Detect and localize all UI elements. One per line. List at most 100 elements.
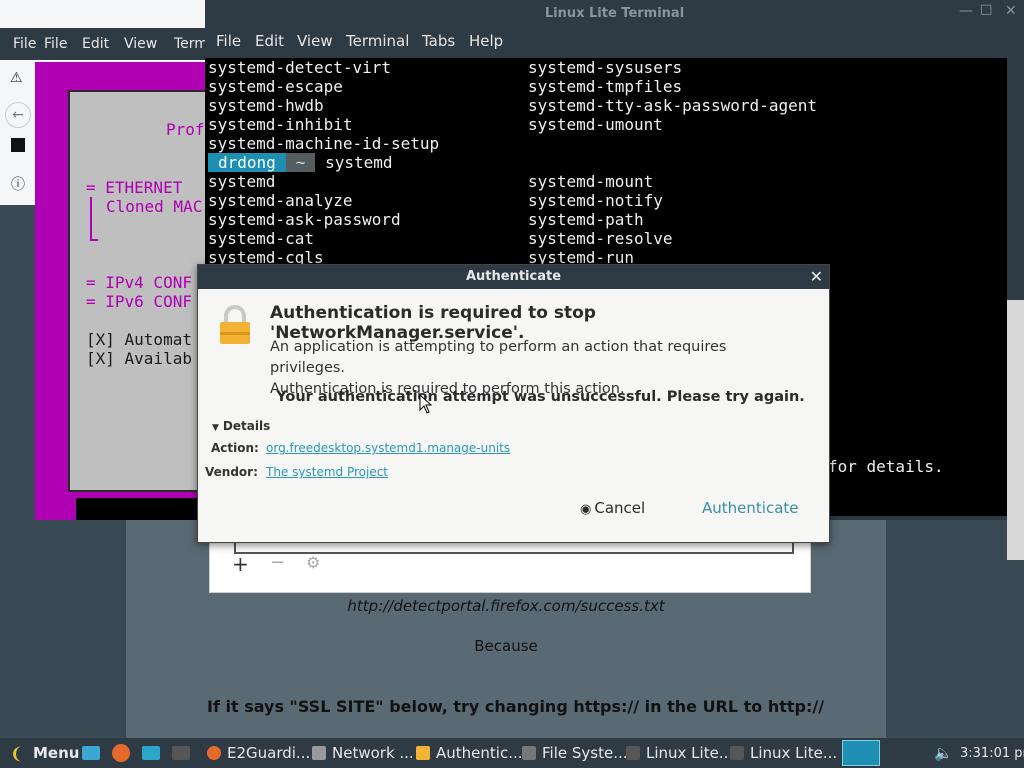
terminal-line: systemd-tty-ask-password-agent: [528, 96, 817, 115]
authenticate-button[interactable]: Authenticate: [702, 499, 799, 517]
mouse-cursor-icon: [419, 393, 433, 418]
task-label: Network ...: [332, 744, 414, 762]
help-icon[interactable]: ⓘ: [11, 174, 25, 194]
nmtui-footer: [76, 498, 205, 520]
nmtui-cloned-mac: Cloned MAC: [106, 197, 203, 216]
volume-icon[interactable]: 🔈: [934, 744, 953, 762]
terminal-prompt: drdong ~ systemd: [208, 153, 393, 172]
nmtui-body: Prof = ETHERNET Cloned MAC = IPv4 CONF =…: [68, 90, 205, 492]
nmtui-ethernet[interactable]: = ETHERNET: [86, 178, 182, 197]
lock-icon: [416, 746, 430, 760]
task-authenticate[interactable]: Authentic...: [416, 744, 523, 762]
browser-menu-view[interactable]: View: [124, 36, 157, 52]
terminal-menu-file[interactable]: File: [216, 32, 241, 50]
clock[interactable]: 3:31:01 pm: [960, 746, 1024, 761]
taskbar: ❨ Menu E2Guardi... Network ... Authentic…: [0, 738, 1024, 768]
minimize-icon[interactable]: —: [959, 3, 973, 19]
terminal-menu-tabs[interactable]: Tabs: [422, 32, 455, 50]
browser-menu-file[interactable]: File: [13, 36, 36, 52]
dialog-close-icon[interactable]: ✕: [810, 267, 823, 286]
close-icon[interactable]: ✕: [1005, 3, 1017, 19]
terminal-menu-edit[interactable]: Edit: [255, 32, 284, 50]
firefox-icon: [207, 746, 221, 760]
start-menu-button[interactable]: Menu: [33, 744, 79, 762]
workspace-switcher[interactable]: [842, 740, 880, 766]
task-network[interactable]: Network ...: [312, 744, 414, 762]
add-icon[interactable]: +: [232, 552, 249, 576]
terminal-line: systemd-inhibit: [208, 115, 353, 134]
bookmark-icon: [11, 138, 25, 152]
browser-menu-term[interactable]: Term: [174, 36, 208, 52]
nmtui-ipv4[interactable]: = IPv4 CONF: [86, 273, 192, 292]
warning-icon: ⚠: [10, 70, 23, 86]
task-label: Authentic...: [436, 744, 523, 762]
terminal-menu-help[interactable]: Help: [469, 32, 503, 50]
nmtui-ipv6[interactable]: = IPv6 CONF: [86, 292, 192, 311]
dialog-message-line-1: An application is attempting to perform …: [270, 339, 727, 376]
terminal-line: systemd: [208, 172, 276, 191]
terminal-line: systemd-analyze: [208, 191, 353, 210]
maximize-icon[interactable]: ☐: [980, 3, 993, 19]
portal-url: http://detectportal.firefox.com/success.…: [347, 597, 665, 615]
gear-icon[interactable]: ⚙: [306, 553, 320, 572]
terminal-line: systemd-notify: [528, 191, 663, 210]
launcher-firefox-icon[interactable]: [112, 744, 136, 764]
launcher-desktop-icon[interactable]: [82, 744, 106, 762]
dialog-error: Your authentication attempt was unsucces…: [276, 389, 805, 405]
terminal-line: systemd-resolve: [528, 229, 673, 248]
right-scroll-panel[interactable]: [1007, 300, 1024, 560]
terminal-tail-text: for details.: [828, 457, 944, 476]
vendor-label: Vendor:: [205, 465, 258, 479]
terminal-icon: [626, 746, 640, 760]
browser-sidebar: ⚠ ← ⓘ: [0, 62, 35, 205]
task-label: Linux Lite...: [750, 744, 838, 762]
disk-icon: [522, 746, 536, 760]
terminal-menu-terminal[interactable]: Terminal: [346, 32, 409, 50]
vendor-link[interactable]: The systemd Project: [266, 465, 388, 479]
menu-logo-icon[interactable]: ❨: [10, 744, 23, 763]
nmtui-available[interactable]: [X] Availab: [86, 349, 192, 368]
launcher-terminal-icon[interactable]: [172, 744, 196, 762]
nmtui-bracket-end: [90, 239, 98, 241]
terminal-icon: [730, 746, 744, 760]
cancel-icon: ◉: [580, 502, 592, 517]
back-arrow-icon[interactable]: ←: [5, 102, 31, 128]
dialog-title: Authenticate: [198, 265, 829, 289]
prompt-dir: ~: [285, 153, 316, 172]
browser-menu-edit[interactable]: Edit: [82, 36, 109, 52]
nmtui-auto-connect[interactable]: [X] Automat: [86, 330, 192, 349]
task-label: E2Guardi...: [227, 744, 311, 762]
terminal-menu-view[interactable]: View: [297, 32, 333, 50]
auth-dialog: Authenticate ✕ Authentication is require…: [197, 264, 830, 543]
task-linux-lite-1[interactable]: Linux Lite...: [626, 744, 733, 762]
terminal-line: systemd-cat: [208, 229, 314, 248]
remove-icon[interactable]: −: [270, 552, 285, 573]
terminal-line: systemd-tmpfiles: [528, 77, 683, 96]
nmtui-title: Prof: [166, 120, 205, 139]
action-label: Action:: [211, 441, 259, 455]
details-expander[interactable]: ▼ Details: [212, 419, 270, 433]
task-file-system[interactable]: File Syste...: [522, 744, 628, 762]
action-link[interactable]: org.freedesktop.systemd1.manage-units: [266, 441, 510, 455]
terminal-line: systemd-detect-virt: [208, 58, 392, 77]
expand-down-icon: ▼: [212, 423, 219, 433]
prompt-user: drdong: [208, 153, 286, 172]
nmtui-bracket: [90, 197, 92, 241]
terminal-line: systemd-path: [528, 210, 644, 229]
cancel-label: Cancel: [594, 499, 646, 517]
cancel-button[interactable]: ◉ Cancel: [580, 499, 645, 517]
prompt-command: systemd: [325, 153, 393, 172]
terminal-line: systemd-mount: [528, 172, 654, 191]
launcher-files-icon[interactable]: [142, 744, 166, 762]
because-text: Because: [474, 637, 538, 655]
terminal-line: systemd-escape: [208, 77, 343, 96]
terminal-line: systemd-hwdb: [208, 96, 324, 115]
task-label: Linux Lite...: [646, 744, 734, 762]
terminal-line: systemd-umount: [528, 115, 663, 134]
browser-menu-file-2[interactable]: File: [44, 36, 67, 52]
terminal-titlebar: Linux Lite Terminal — ☐ ✕: [205, 0, 1024, 28]
task-linux-lite-2[interactable]: Linux Lite...: [730, 744, 837, 762]
network-icon: [312, 746, 326, 760]
terminal-menubar: File Edit View Terminal Tabs Help: [205, 28, 1024, 58]
task-e2guardian[interactable]: E2Guardi...: [207, 744, 310, 762]
